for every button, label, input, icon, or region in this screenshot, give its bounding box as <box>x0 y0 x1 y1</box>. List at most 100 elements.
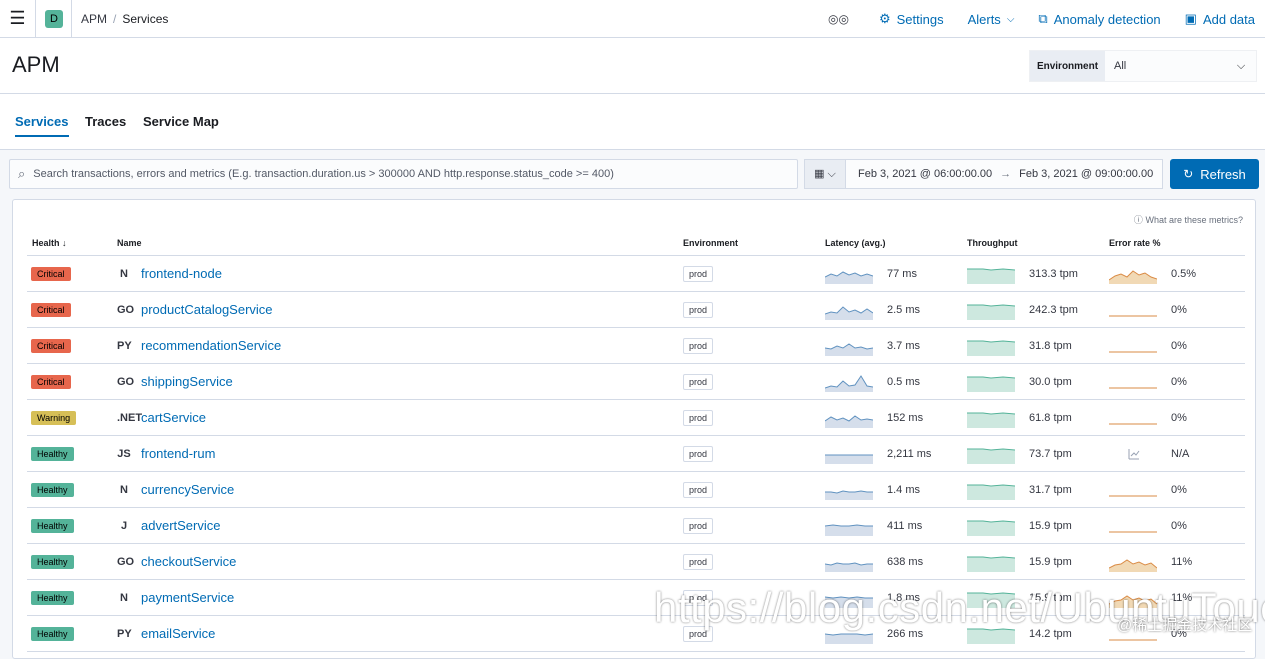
glasses-icon: ◎◎ <box>827 12 849 26</box>
latency-value: 77 ms <box>887 267 917 280</box>
throughput-sparkline <box>967 447 1015 464</box>
refresh-icon: ↻ <box>1183 167 1194 181</box>
latency-value: 3.7 ms <box>887 339 921 352</box>
service-language-icon: GO <box>117 303 135 316</box>
date-end[interactable]: Feb 3, 2021 @ 09:00:00.00 <box>1019 168 1153 180</box>
health-badge: Healthy <box>31 446 74 461</box>
latency-sparkline <box>825 489 873 500</box>
date-picker: ▦ ⌵ Feb 3, 2021 @ 06:00:00.00 → Feb 3, 2… <box>804 159 1163 189</box>
breadcrumb-apm[interactable]: APM <box>81 12 107 26</box>
search-bar: ⌕ <box>9 159 798 189</box>
alerts-menu[interactable]: Alerts ⌵ <box>968 12 1015 27</box>
table-row: Critical Nfrontend-node prod 77 ms 313.3… <box>27 256 1245 292</box>
latency-value: 2,211 ms <box>887 447 932 460</box>
search-input[interactable] <box>33 168 774 180</box>
throughput-sparkline <box>967 339 1015 356</box>
add-data-label: Add data <box>1202 11 1255 27</box>
chevron-down-icon: ⌵ <box>1236 59 1246 72</box>
table-header: Health ↓ Name Environment Latency (avg.)… <box>27 230 1245 256</box>
service-name-link[interactable]: recommendationService <box>141 338 281 353</box>
question-icon: ⓘ <box>1133 215 1143 225</box>
tab-services[interactable]: Services <box>15 114 69 137</box>
environment-select[interactable]: Environment All ⌵ <box>1029 50 1257 82</box>
latency-sparkline <box>825 454 873 464</box>
anomaly-label: Anomaly detection <box>1053 11 1161 27</box>
add-data-link[interactable]: ▣ Add data <box>1185 11 1255 27</box>
latency-sparkline <box>825 374 873 392</box>
space-avatar[interactable]: D <box>45 9 63 28</box>
tab-traces[interactable]: Traces <box>85 114 126 135</box>
service-language-icon: J <box>120 519 128 532</box>
throughput-value: 15.9 tpm <box>1029 519 1072 532</box>
menu-icon[interactable]: ☰ <box>0 0 36 38</box>
metrics-help-label: What are these metrics? <box>1145 215 1243 225</box>
error-rate-sparkline <box>1109 315 1157 316</box>
throughput-sparkline <box>967 519 1015 536</box>
tab-service-map[interactable]: Service Map <box>143 114 219 135</box>
column-error-rate[interactable]: Error rate % <box>1109 238 1161 248</box>
column-name[interactable]: Name <box>117 238 142 248</box>
settings-link[interactable]: ⚙ Settings <box>879 11 944 27</box>
top-nav: ◎◎ ⚙ Settings Alerts ⌵ ⧉ Anomaly detection … <box>804 0 1255 38</box>
error-rate-sparkline <box>1109 558 1157 572</box>
chevron-down-icon: ⌵ <box>1006 13 1015 25</box>
column-throughput[interactable]: Throughput <box>967 238 1017 248</box>
latency-value: 2.5 ms <box>887 303 921 316</box>
service-name-link[interactable]: emailService <box>141 626 215 641</box>
service-language-icon: N <box>120 267 128 280</box>
anomaly-icon: ⧉ <box>1038 11 1048 26</box>
table-row: Healthy NcurrencyService prod 1.4 ms 31.… <box>27 472 1245 508</box>
error-rate-value: 0% <box>1171 303 1187 316</box>
health-badge: Healthy <box>31 482 74 497</box>
service-language-icon: N <box>120 591 128 604</box>
environment-badge: prod <box>683 517 714 534</box>
metrics-help-link[interactable]: ⓘ What are these metrics? <box>1134 213 1243 226</box>
arrow-down-icon: ↓ <box>62 238 67 248</box>
error-rate-sparkline <box>1109 387 1157 388</box>
glasses-button[interactable]: ◎◎ <box>828 12 855 26</box>
divider <box>71 0 72 38</box>
service-name-link[interactable]: frontend-rum <box>141 446 215 461</box>
throughput-value: 313.3 tpm <box>1029 267 1078 280</box>
refresh-button[interactable]: ↻ Refresh <box>1170 159 1259 189</box>
breadcrumb-services: Services <box>122 11 169 26</box>
throughput-sparkline <box>967 375 1015 392</box>
table-row: Healthy JS frontend-rum prod 2,211 ms 73.… <box>27 436 1245 472</box>
table-row: Healthy GO checkoutService prod 638 ms 15… <box>27 544 1245 580</box>
service-name-link[interactable]: currencyService <box>141 482 234 497</box>
column-health[interactable]: Health ↓ <box>32 238 67 248</box>
environment-badge: prod <box>683 337 714 354</box>
throughput-sparkline <box>967 483 1015 500</box>
anomaly-detection-link[interactable]: ⧉ Anomaly detection <box>1038 11 1160 27</box>
service-name-link[interactable]: shippingService <box>141 374 233 389</box>
add-data-icon: ▣ <box>1184 11 1197 26</box>
latency-sparkline <box>825 561 873 572</box>
service-name-link[interactable]: cartService <box>141 410 206 425</box>
environment-badge: prod <box>683 481 714 498</box>
column-latency[interactable]: Latency (avg.) <box>825 238 886 248</box>
error-rate-value: 11% <box>1171 555 1193 568</box>
environment-label: Environment <box>1030 51 1105 81</box>
error-rate-value: 0% <box>1171 375 1187 388</box>
error-rate-sparkline <box>1109 531 1157 532</box>
service-name-link[interactable]: frontend-node <box>141 266 222 281</box>
throughput-sparkline <box>967 267 1015 284</box>
breadcrumb-separator: / <box>113 11 117 26</box>
health-badge: Healthy <box>31 590 74 605</box>
service-name-link[interactable]: paymentService <box>141 590 234 605</box>
environment-value: All <box>1114 60 1127 72</box>
error-rate-sparkline <box>1109 423 1157 424</box>
date-start[interactable]: Feb 3, 2021 @ 06:00:00.00 <box>858 168 992 180</box>
service-name-link[interactable]: checkoutService <box>141 554 236 569</box>
column-environment[interactable]: Environment <box>683 238 738 248</box>
calendar-icon[interactable]: ▦ ⌵ <box>805 160 846 188</box>
throughput-value: 61.8 tpm <box>1029 411 1072 424</box>
service-language-icon: GO <box>117 375 135 388</box>
service-name-link[interactable]: productCatalogService <box>141 302 273 317</box>
service-name-link[interactable]: advertService <box>141 518 220 533</box>
error-rate-value: 0% <box>1171 483 1187 496</box>
latency-sparkline <box>825 270 873 284</box>
error-rate-value: N/A <box>1171 447 1190 460</box>
latency-value: 152 ms <box>887 411 924 424</box>
service-language-icon: GO <box>117 555 135 568</box>
